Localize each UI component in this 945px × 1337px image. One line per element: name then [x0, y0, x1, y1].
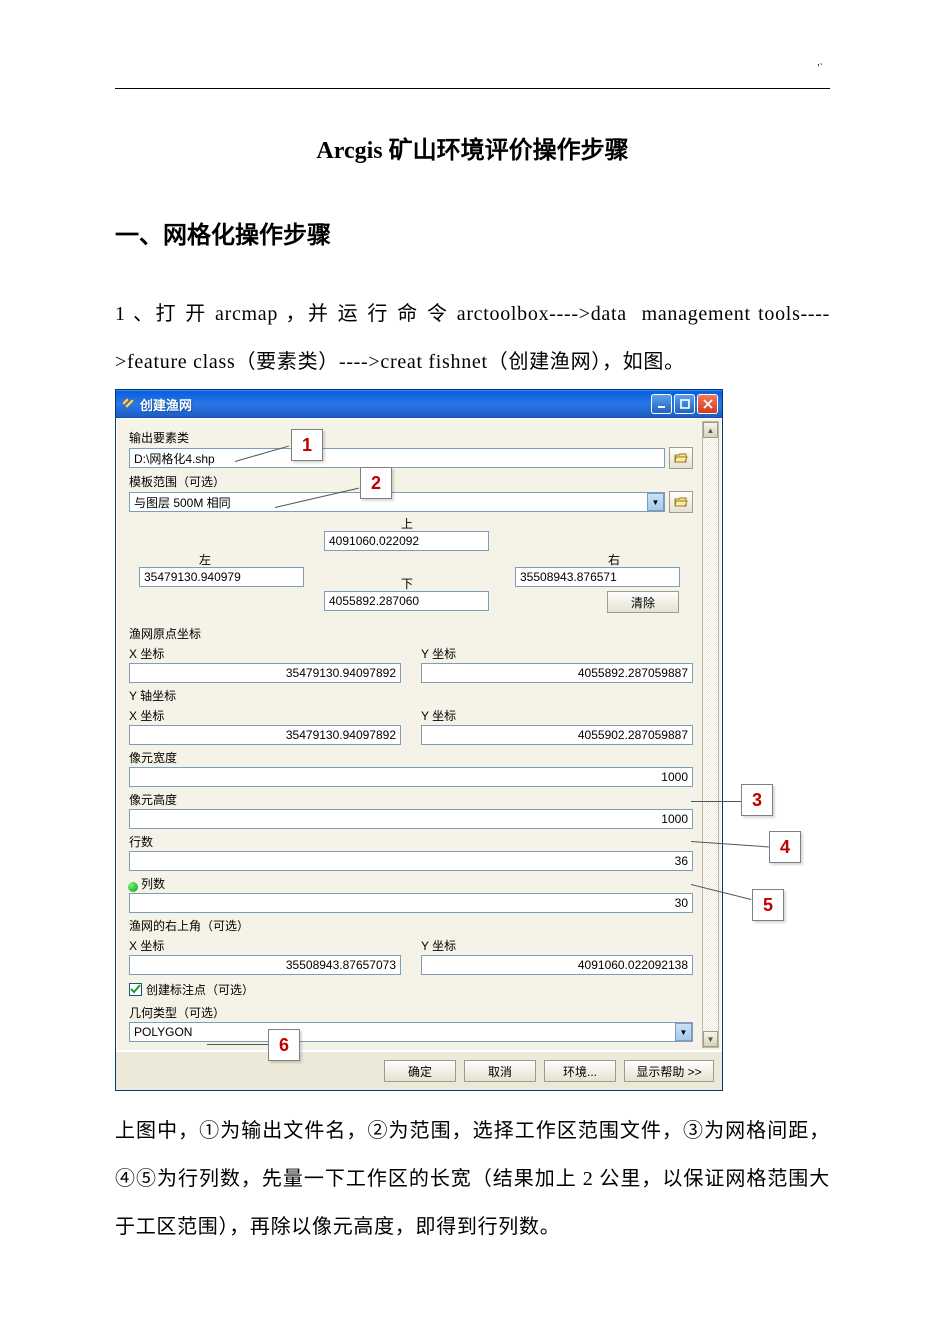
minimize-button[interactable] [651, 394, 672, 414]
input-opp-x[interactable] [129, 955, 401, 975]
hammer-icon [120, 396, 136, 412]
show-help-button[interactable]: 显示帮助 >> [624, 1060, 714, 1082]
input-cell-width[interactable] [129, 767, 693, 787]
checkbox-create-labels[interactable] [129, 983, 142, 996]
input-extent-top[interactable] [324, 531, 489, 551]
label-top: 上 [377, 515, 437, 532]
chevron-down-icon[interactable]: ▼ [647, 493, 664, 511]
input-cell-height[interactable] [129, 809, 693, 829]
window-title: 创建渔网 [140, 395, 649, 414]
vertical-scrollbar[interactable]: ▲ ▼ [702, 421, 719, 1048]
section-title: 一、网格化操作步骤 [115, 215, 830, 250]
input-origin-y[interactable] [421, 663, 693, 683]
label-left: 左 [175, 551, 235, 568]
input-extent-left[interactable] [139, 567, 304, 587]
title-bar[interactable]: 创建渔网 [116, 390, 722, 418]
label-yaxis-x: X 坐标 [129, 707, 401, 724]
clear-button[interactable]: 清除 [607, 591, 679, 613]
annotation-4: 4 [769, 831, 801, 863]
dialog-body: ▲ ▼ 输出要素类 模板范围（可选） ▼ [116, 418, 722, 1051]
scroll-up-button[interactable]: ▲ [703, 422, 718, 438]
annotation-3: 3 [741, 784, 773, 816]
input-origin-x[interactable] [129, 663, 401, 683]
status-dot-icon [128, 882, 138, 892]
input-rows[interactable] [129, 851, 693, 871]
label-cols: 列数 [129, 875, 693, 892]
label-cell-height: 像元高度 [129, 791, 693, 808]
paragraph-step1: 1 、打 开 arcmap ，并 运 行 命 令 arctoolbox---->… [115, 290, 830, 386]
close-button[interactable] [697, 394, 718, 414]
browse-button[interactable] [669, 447, 693, 469]
label-opp-x: X 坐标 [129, 937, 401, 954]
label-opposite-corner: 渔网的右上角（可选） [129, 917, 693, 934]
label-template-extent: 模板范围（可选） [129, 473, 693, 490]
page-corner-mark: '` [817, 62, 823, 74]
screenshot-create-fishnet-dialog: 创建渔网 ▲ ▼ 输出要素类 模板范围（可选） ▼ [115, 389, 835, 1091]
combo-template-extent[interactable] [129, 492, 665, 512]
label-yaxis: Y 轴坐标 [129, 687, 693, 704]
extent-controls: 上 左 右 下 清除 [129, 517, 693, 621]
annotation-2: 2 [360, 467, 392, 499]
input-yaxis-y[interactable] [421, 725, 693, 745]
env-button[interactable]: 环境... [544, 1060, 616, 1082]
xp-dialog-window: 创建渔网 ▲ ▼ 输出要素类 模板范围（可选） ▼ [115, 389, 723, 1091]
label-origin-y: Y 坐标 [421, 645, 693, 662]
label-bottom: 下 [377, 575, 437, 592]
input-opp-y[interactable] [421, 955, 693, 975]
annotation-5: 5 [752, 889, 784, 921]
combo-geometry-type[interactable] [129, 1022, 693, 1042]
scroll-track[interactable] [703, 438, 718, 1031]
label-right: 右 [584, 551, 644, 568]
input-cols[interactable] [129, 893, 693, 913]
label-geometry-type: 几何类型（可选） [129, 1004, 693, 1021]
label-rows: 行数 [129, 833, 693, 850]
chevron-down-icon[interactable]: ▼ [675, 1023, 692, 1041]
annotation-6-leader [207, 1044, 269, 1045]
scroll-down-button[interactable]: ▼ [703, 1031, 718, 1047]
label-yaxis-y: Y 坐标 [421, 707, 693, 724]
cancel-button[interactable]: 取消 [464, 1060, 536, 1082]
input-extent-right[interactable] [515, 567, 680, 587]
annotation-6: 6 [268, 1029, 300, 1061]
browse-button-extent[interactable] [669, 491, 693, 513]
label-origin-x: X 坐标 [129, 645, 401, 662]
dialog-button-bar: 确定 取消 环境... 显示帮助 >> [116, 1051, 722, 1090]
page-top-hr [115, 88, 830, 89]
label-output-fc: 输出要素类 [129, 429, 693, 446]
label-cell-width: 像元宽度 [129, 749, 693, 766]
paragraph-caption: 上图中，①为输出文件名，②为范围，选择工作区范围文件，③为网格间距，④⑤为行列数… [115, 1107, 830, 1251]
label-create-labels: 创建标注点（可选） [146, 981, 254, 998]
input-yaxis-x[interactable] [129, 725, 401, 745]
label-origin: 渔网原点坐标 [129, 625, 693, 642]
input-output-fc[interactable] [129, 448, 665, 468]
input-extent-bottom[interactable] [324, 591, 489, 611]
annotation-3-leader [691, 801, 741, 802]
ok-button[interactable]: 确定 [384, 1060, 456, 1082]
maximize-button[interactable] [674, 394, 695, 414]
label-opp-y: Y 坐标 [421, 937, 693, 954]
annotation-1: 1 [291, 429, 323, 461]
document-title: Arcgis 矿山环境评价操作步骤 [115, 130, 830, 165]
